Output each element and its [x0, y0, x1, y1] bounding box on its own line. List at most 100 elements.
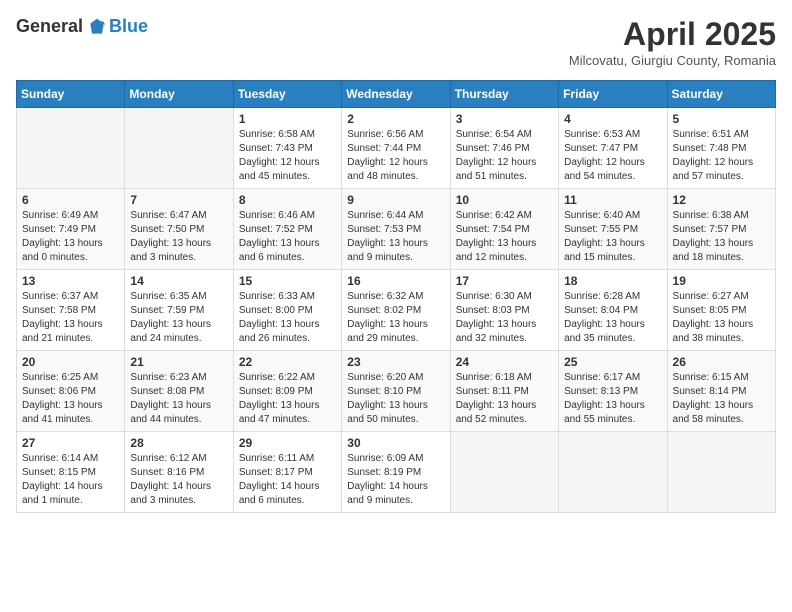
calendar-cell — [125, 108, 233, 189]
day-info: Sunrise: 6:09 AMSunset: 8:19 PMDaylight:… — [347, 452, 444, 508]
logo-icon — [87, 17, 107, 37]
day-info: Sunrise: 6:14 AMSunset: 8:15 PMDaylight:… — [22, 452, 119, 508]
day-info: Sunrise: 6:28 AMSunset: 8:04 PMDaylight:… — [564, 290, 661, 346]
day-number: 4 — [564, 112, 661, 126]
day-info: Sunrise: 6:18 AMSunset: 8:11 PMDaylight:… — [456, 371, 553, 427]
day-number: 2 — [347, 112, 444, 126]
day-number: 10 — [456, 193, 553, 207]
day-number: 12 — [673, 193, 770, 207]
calendar-cell: 29 Sunrise: 6:11 AMSunset: 8:17 PMDayligh… — [233, 432, 341, 513]
calendar-cell: 26 Sunrise: 6:15 AMSunset: 8:14 PMDayligh… — [667, 351, 775, 432]
day-number: 6 — [22, 193, 119, 207]
calendar-cell: 1 Sunrise: 6:58 AMSunset: 7:43 PMDaylight… — [233, 108, 341, 189]
day-number: 14 — [130, 274, 227, 288]
calendar-cell: 24Sunrise: 6:18 AMSunset: 8:11 PMDayligh… — [450, 351, 558, 432]
calendar-cell: 16 Sunrise: 6:32 AMSunset: 8:02 PMDayligh… — [342, 270, 450, 351]
header-sunday: Sunday — [17, 81, 125, 108]
day-info: Sunrise: 6:46 AMSunset: 7:52 PMDaylight:… — [239, 209, 336, 265]
day-number: 29 — [239, 436, 336, 450]
logo-blue: Blue — [109, 16, 148, 37]
week-row-3: 13 Sunrise: 6:37 AMSunset: 7:58 PMDayligh… — [17, 270, 776, 351]
day-info: Sunrise: 6:17 AMSunset: 8:13 PMDaylight:… — [564, 371, 661, 427]
day-number: 11 — [564, 193, 661, 207]
day-info: Sunrise: 6:11 AMSunset: 8:17 PMDaylight:… — [239, 452, 336, 508]
day-number: 27 — [22, 436, 119, 450]
calendar-cell — [667, 432, 775, 513]
calendar-cell: 9 Sunrise: 6:44 AMSunset: 7:53 PMDaylight… — [342, 189, 450, 270]
calendar-cell: 30Sunrise: 6:09 AMSunset: 8:19 PMDayligh… — [342, 432, 450, 513]
month-title: April 2025 — [569, 16, 776, 53]
calendar-cell: 13 Sunrise: 6:37 AMSunset: 7:58 PMDayligh… — [17, 270, 125, 351]
header-wednesday: Wednesday — [342, 81, 450, 108]
day-info: Sunrise: 6:15 AMSunset: 8:14 PMDaylight:… — [673, 371, 770, 427]
day-info: Sunrise: 6:44 AMSunset: 7:53 PMDaylight:… — [347, 209, 444, 265]
week-row-5: 27 Sunrise: 6:14 AMSunset: 8:15 PMDayligh… — [17, 432, 776, 513]
day-info: Sunrise: 6:53 AMSunset: 7:47 PMDaylight:… — [564, 128, 661, 184]
calendar-cell: 10 Sunrise: 6:42 AMSunset: 7:54 PMDayligh… — [450, 189, 558, 270]
calendar-cell: 3Sunrise: 6:54 AMSunset: 7:46 PMDaylight… — [450, 108, 558, 189]
day-info: Sunrise: 6:22 AMSunset: 8:09 PMDaylight:… — [239, 371, 336, 427]
logo-general: General — [16, 16, 83, 37]
header-friday: Friday — [559, 81, 667, 108]
calendar-cell: 2 Sunrise: 6:56 AMSunset: 7:44 PMDaylight… — [342, 108, 450, 189]
calendar-cell: 12Sunrise: 6:38 AMSunset: 7:57 PMDayligh… — [667, 189, 775, 270]
calendar-cell: 6 Sunrise: 6:49 AMSunset: 7:49 PMDaylight… — [17, 189, 125, 270]
calendar-cell: 22 Sunrise: 6:22 AMSunset: 8:09 PMDayligh… — [233, 351, 341, 432]
day-number: 21 — [130, 355, 227, 369]
day-number: 9 — [347, 193, 444, 207]
day-info: Sunrise: 6:33 AMSunset: 8:00 PMDaylight:… — [239, 290, 336, 346]
day-number: 8 — [239, 193, 336, 207]
calendar-cell: 4 Sunrise: 6:53 AMSunset: 7:47 PMDaylight… — [559, 108, 667, 189]
day-info: Sunrise: 6:58 AMSunset: 7:43 PMDaylight:… — [239, 128, 336, 184]
day-info: Sunrise: 6:56 AMSunset: 7:44 PMDaylight:… — [347, 128, 444, 184]
day-number: 16 — [347, 274, 444, 288]
day-number: 5 — [673, 112, 770, 126]
day-number: 13 — [22, 274, 119, 288]
calendar-cell: 11Sunrise: 6:40 AMSunset: 7:55 PMDayligh… — [559, 189, 667, 270]
day-number: 23 — [347, 355, 444, 369]
day-info: Sunrise: 6:42 AMSunset: 7:54 PMDaylight:… — [456, 209, 553, 265]
calendar-cell: 18 Sunrise: 6:28 AMSunset: 8:04 PMDayligh… — [559, 270, 667, 351]
day-info: Sunrise: 6:32 AMSunset: 8:02 PMDaylight:… — [347, 290, 444, 346]
calendar-cell: 28Sunrise: 6:12 AMSunset: 8:16 PMDayligh… — [125, 432, 233, 513]
calendar-cell — [17, 108, 125, 189]
day-number: 7 — [130, 193, 227, 207]
day-info: Sunrise: 6:23 AMSunset: 8:08 PMDaylight:… — [130, 371, 227, 427]
header-saturday: Saturday — [667, 81, 775, 108]
week-row-2: 6 Sunrise: 6:49 AMSunset: 7:49 PMDaylight… — [17, 189, 776, 270]
calendar-cell: 14Sunrise: 6:35 AMSunset: 7:59 PMDayligh… — [125, 270, 233, 351]
day-number: 15 — [239, 274, 336, 288]
calendar-cell: 7 Sunrise: 6:47 AMSunset: 7:50 PMDaylight… — [125, 189, 233, 270]
day-info: Sunrise: 6:51 AMSunset: 7:48 PMDaylight:… — [673, 128, 770, 184]
day-number: 20 — [22, 355, 119, 369]
calendar-cell: 21 Sunrise: 6:23 AMSunset: 8:08 PMDayligh… — [125, 351, 233, 432]
day-number: 26 — [673, 355, 770, 369]
location: Milcovatu, Giurgiu County, Romania — [569, 53, 776, 68]
calendar-cell: 8 Sunrise: 6:46 AMSunset: 7:52 PMDaylight… — [233, 189, 341, 270]
day-number: 19 — [673, 274, 770, 288]
day-info: Sunrise: 6:47 AMSunset: 7:50 PMDaylight:… — [130, 209, 227, 265]
day-number: 22 — [239, 355, 336, 369]
calendar-header-row: SundayMondayTuesdayWednesdayThursdayFrid… — [17, 81, 776, 108]
day-info: Sunrise: 6:49 AMSunset: 7:49 PMDaylight:… — [22, 209, 119, 265]
day-number: 25 — [564, 355, 661, 369]
calendar-cell — [450, 432, 558, 513]
day-number: 1 — [239, 112, 336, 126]
day-number: 3 — [456, 112, 553, 126]
week-row-4: 20Sunrise: 6:25 AMSunset: 8:06 PMDayligh… — [17, 351, 776, 432]
calendar-table: SundayMondayTuesdayWednesdayThursdayFrid… — [16, 80, 776, 513]
page-header: General Blue April 2025 Milcovatu, Giurg… — [16, 16, 776, 68]
day-info: Sunrise: 6:37 AMSunset: 7:58 PMDaylight:… — [22, 290, 119, 346]
calendar-cell: 19 Sunrise: 6:27 AMSunset: 8:05 PMDayligh… — [667, 270, 775, 351]
day-info: Sunrise: 6:30 AMSunset: 8:03 PMDaylight:… — [456, 290, 553, 346]
title-block: April 2025 Milcovatu, Giurgiu County, Ro… — [569, 16, 776, 68]
day-info: Sunrise: 6:27 AMSunset: 8:05 PMDaylight:… — [673, 290, 770, 346]
calendar-cell: 23Sunrise: 6:20 AMSunset: 8:10 PMDayligh… — [342, 351, 450, 432]
day-number: 28 — [130, 436, 227, 450]
header-monday: Monday — [125, 81, 233, 108]
calendar-cell: 20Sunrise: 6:25 AMSunset: 8:06 PMDayligh… — [17, 351, 125, 432]
header-thursday: Thursday — [450, 81, 558, 108]
calendar-cell: 27 Sunrise: 6:14 AMSunset: 8:15 PMDayligh… — [17, 432, 125, 513]
week-row-1: 1 Sunrise: 6:58 AMSunset: 7:43 PMDaylight… — [17, 108, 776, 189]
day-number: 18 — [564, 274, 661, 288]
